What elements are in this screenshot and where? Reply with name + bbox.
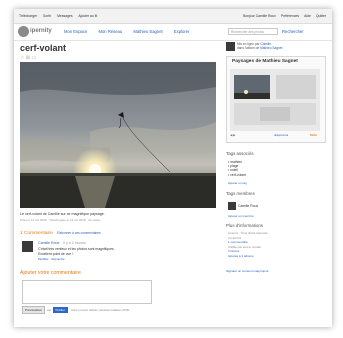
comment-time: il y a 2 heures [63,241,86,245]
info-line[interactable]: Ajoutée à 2 albums [228,254,324,259]
top-bar-right: Bonjour Camille Roux Préférences Aide Qu… [239,14,326,18]
user-greeting: Bonjour Camille Roux [243,14,276,18]
search-button[interactable]: Rechercher [282,29,304,34]
comment-text: C'était très venteux et les photos sont … [38,247,115,256]
nav-my-space[interactable]: Mon Espace [64,29,87,34]
album-thumbnail[interactable] [230,69,320,131]
comment-textarea[interactable] [22,280,152,304]
avatar[interactable] [22,241,33,252]
main-photo[interactable] [20,62,216,208]
top-link-out[interactable]: Sortir [43,14,51,18]
photo-meta: Prise le 12 oct 2008 · Téléchargée le 13… [20,218,101,222]
ipernity-logo[interactable]: ipernity [18,26,52,37]
comment-author-name[interactable]: Camille Roux [38,241,59,245]
album-preview [230,69,320,131]
album-title[interactable]: Paysages de Mathieu Sagnet [232,59,298,64]
comments-heading: 1 Commentaire S'abonner à ces commentaire… [20,231,101,236]
flickr-logo[interactable]: flickr [310,133,317,137]
nav-user[interactable]: Mathieu Sagnet [133,29,162,34]
members-heading: Tags membres [226,191,255,196]
avatar[interactable] [228,202,236,210]
search-input[interactable]: Rechercher des photos [228,28,278,35]
subscribe-comments-link[interactable]: S'abonner à ces commentaires [57,231,101,235]
tag-item[interactable]: • cerf-volant [228,173,246,177]
favorite-icon[interactable]: ☆ [20,55,24,61]
top-link-quit[interactable]: Quitter [316,14,326,18]
nav-items: Mon Espace Mon Réseau Mathieu Sagnet Exp… [64,29,199,34]
main-nav: ipernity Mon Espace Mon Réseau Mathieu S… [14,24,332,41]
or-label: ou [47,308,51,312]
photo-caption: Le cerf-volant de Camille sur ce magnifi… [20,212,105,216]
nav-my-network[interactable]: Mon Réseau [98,29,122,34]
author-info: Mis en ligne par Camille dans l'album de… [237,42,317,50]
top-link-help[interactable]: Aide [304,14,311,18]
html-hint: Vous pouvez utiliser certaines balises H… [70,308,130,312]
top-link-upload[interactable]: Télécharger [19,14,37,18]
top-link-add[interactable]: Ajouter au fil [78,14,97,18]
comment-buttons: Prévisualiser ou Publier Vous pouvez utilis… [22,306,130,314]
photo-sunset-kite [20,62,216,208]
print-icon[interactable]: ▭ [31,55,36,61]
preview-button[interactable]: Prévisualiser [22,306,46,314]
comment-author: Camille Roux il y a 2 heures [38,241,86,245]
top-bar-left: Télécharger Sortir Messages Ajouter au f… [19,14,102,18]
tag-list: • mathieu • plage • soleil • cerf-volant [228,160,246,177]
member-name[interactable]: Camille Roux [238,204,258,208]
author-line2: dans l'album de [237,46,260,50]
tags-heading: Tags associés [226,151,254,156]
photo-actions: ☆ ⊞ ▭ [20,55,36,61]
share-icon[interactable]: ⊞ [26,55,30,61]
album-nav-arrows[interactable]: ◀ ▶ [230,133,235,137]
comment-actions[interactable]: Modifier · Répondre [38,257,65,261]
report-link[interactable]: Signaler un contenu inapproprié [226,269,269,273]
add-comment-heading: Ajouter votre commentaire [20,270,81,276]
info-list: Licence : Tous droits réservés Vu 24 foi… [228,231,324,259]
info-heading: Plus d'informations [226,223,263,228]
logo-text: ipernity [30,28,52,34]
avatar[interactable] [226,42,235,51]
nav-explore[interactable]: Explorer [174,29,190,34]
add-tag-link[interactable]: Ajouter un tag [228,181,247,185]
logo-mark-icon [18,26,29,37]
page-title: cerf-volant [20,43,67,53]
album-owner-link[interactable]: Mathieu Sagnet [260,46,282,50]
top-link-messages[interactable]: Messages [57,14,72,18]
slideshow-link[interactable]: diaporama [274,133,288,137]
top-link-preferences[interactable]: Préférences [281,14,299,18]
publish-button[interactable]: Publier [52,307,68,313]
top-bar: Télécharger Sortir Messages Ajouter au f… [14,9,332,24]
page-card: Télécharger Sortir Messages Ajouter au f… [14,9,332,327]
add-member-link[interactable]: Ajouter un membre [228,214,254,218]
comments-count: 1 Commentaire [20,231,53,236]
